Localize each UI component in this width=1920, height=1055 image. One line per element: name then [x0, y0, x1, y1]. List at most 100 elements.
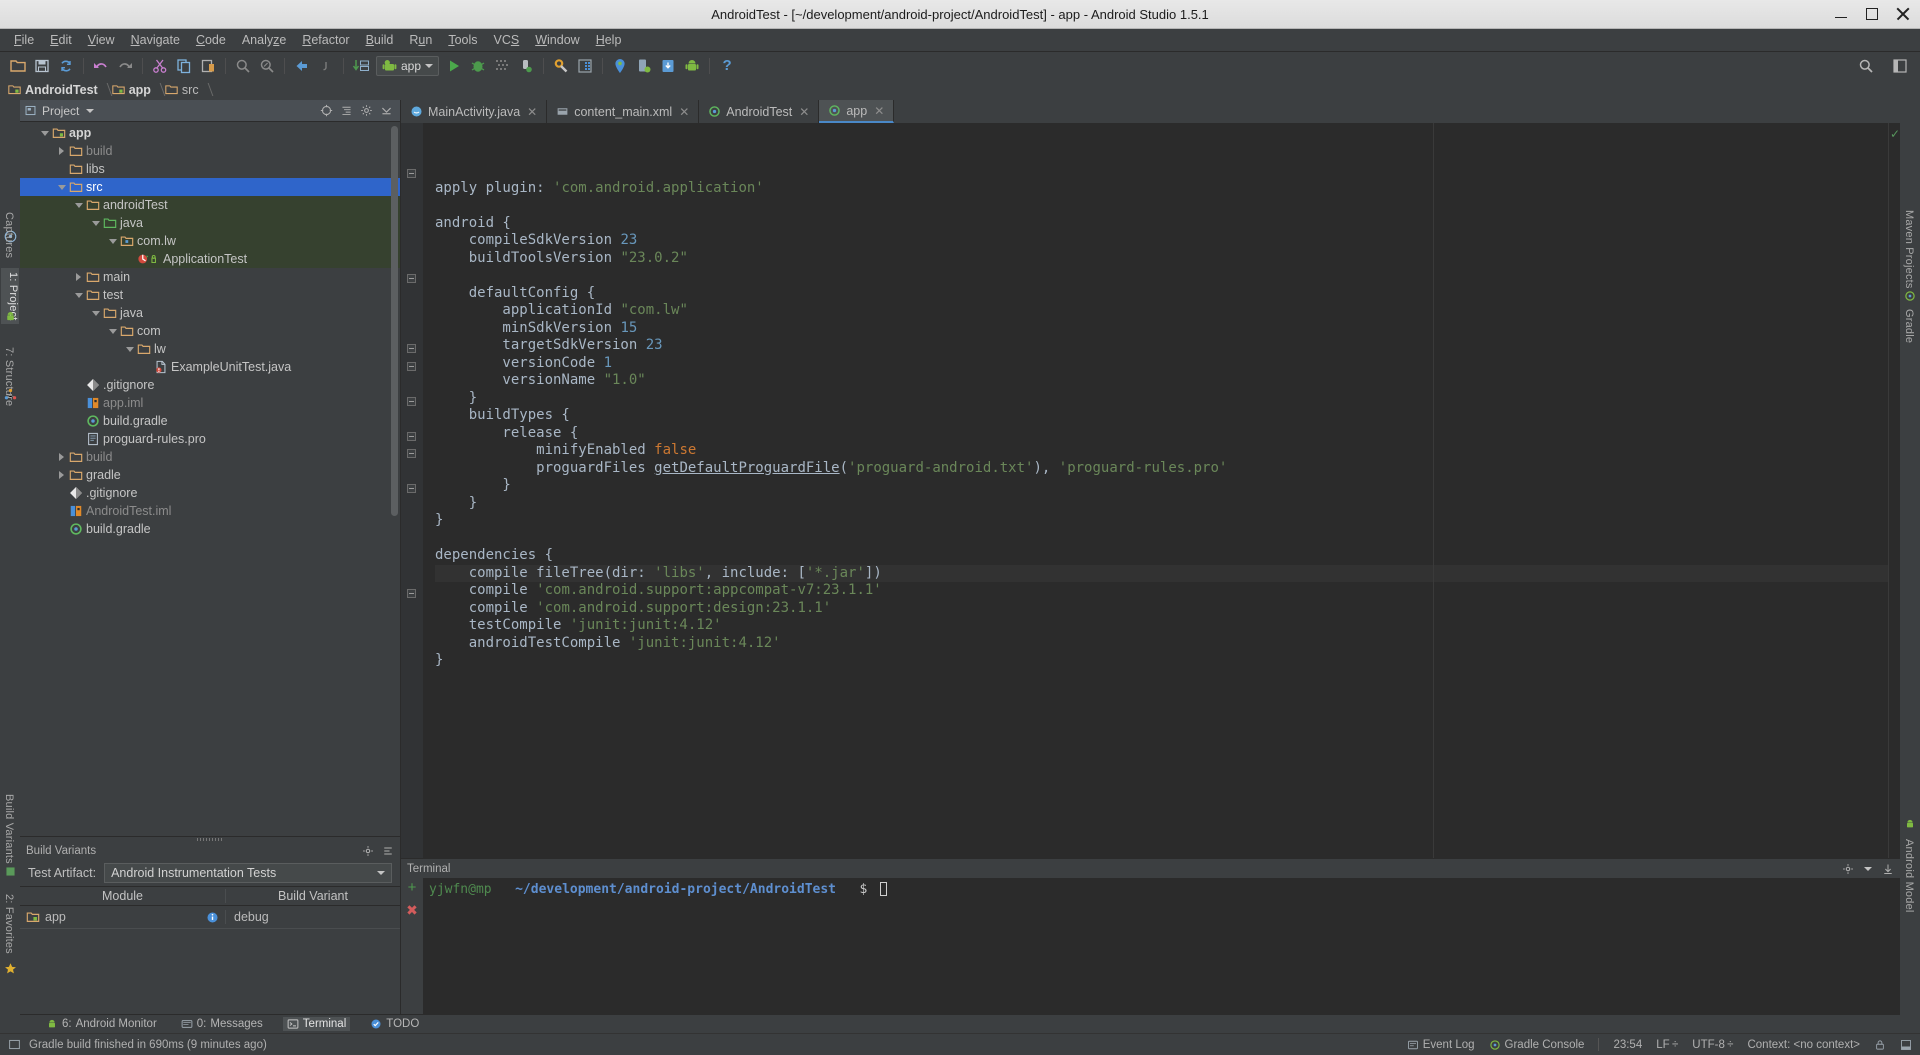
- copy-icon[interactable]: [172, 55, 196, 77]
- tree-node-java[interactable]: java: [20, 214, 400, 232]
- status-encoding[interactable]: UTF-8 ÷: [1692, 1039, 1733, 1051]
- location-icon[interactable]: [608, 55, 632, 77]
- menu-run[interactable]: Run: [401, 31, 440, 49]
- cut-icon[interactable]: [148, 55, 172, 77]
- save-all-icon[interactable]: [30, 55, 54, 77]
- run-button[interactable]: [442, 55, 466, 77]
- find-usages-icon[interactable]: [255, 55, 279, 77]
- hide-toolbars-icon[interactable]: [1900, 1039, 1912, 1051]
- chevron-down-icon[interactable]: [38, 130, 51, 136]
- fold-marker-icon[interactable]: [407, 344, 416, 353]
- event-log-button[interactable]: Event Log: [1407, 1039, 1475, 1051]
- tree-node-build[interactable]: build: [20, 142, 400, 160]
- settings-icon[interactable]: [1842, 863, 1854, 875]
- close-tab-icon[interactable]: ✕: [679, 105, 689, 119]
- menu-file[interactable]: File: [6, 31, 42, 49]
- project-tree[interactable]: app build libs src androidTest java com.lw Appl…: [20, 122, 400, 836]
- tree-node-java[interactable]: java: [20, 304, 400, 322]
- tool-tab-gradle[interactable]: Gradle: [1903, 305, 1915, 347]
- tree-node-main[interactable]: main: [20, 268, 400, 286]
- tree-node-build-gradle[interactable]: build.gradle: [20, 412, 400, 430]
- breadcrumb-item-androidtest[interactable]: AndroidTest: [8, 83, 102, 97]
- device-monitor-icon[interactable]: [632, 55, 656, 77]
- undo-icon[interactable]: [89, 55, 113, 77]
- close-button[interactable]: [1896, 7, 1910, 21]
- info-icon[interactable]: [206, 911, 219, 924]
- help-icon[interactable]: ?: [715, 55, 739, 77]
- chevron-right-icon[interactable]: [55, 453, 68, 461]
- editor-tab-app[interactable]: app ✕: [819, 100, 895, 123]
- tree-node-test[interactable]: test: [20, 286, 400, 304]
- tree-node-lw[interactable]: lw: [20, 340, 400, 358]
- sync-icon[interactable]: [54, 55, 78, 77]
- chevron-down-icon[interactable]: [123, 346, 136, 352]
- hide-icon[interactable]: [1882, 863, 1894, 875]
- bottom-tab-android-monitor[interactable]: 6: Android Monitor: [42, 1017, 161, 1031]
- fold-marker-icon[interactable]: [407, 362, 416, 371]
- tree-node-gitignore[interactable]: .gitignore: [20, 376, 400, 394]
- tree-node-applicationtest[interactable]: ApplicationTest: [20, 250, 400, 268]
- menu-help[interactable]: Help: [588, 31, 630, 49]
- editor-tab-androidtest[interactable]: AndroidTest ✕: [699, 100, 820, 123]
- editor-tab-mainactivity-java[interactable]: MainActivity.java ✕: [401, 100, 548, 123]
- tool-tab-android-model[interactable]: Android Model: [1903, 835, 1915, 917]
- tree-node-build[interactable]: build: [20, 448, 400, 466]
- chevron-down-icon[interactable]: [86, 108, 95, 113]
- structure-icon[interactable]: [4, 388, 17, 401]
- tree-node-build-gradle[interactable]: build.gradle: [20, 520, 400, 538]
- error-stripe[interactable]: ✓: [1888, 123, 1900, 858]
- status-line-separator[interactable]: LF ÷: [1656, 1039, 1678, 1051]
- chevron-right-icon[interactable]: [55, 147, 68, 155]
- new-terminal-session-icon[interactable]: +: [408, 880, 417, 895]
- menu-navigate[interactable]: Navigate: [123, 31, 188, 49]
- tree-node-androidtest-iml[interactable]: AndroidTest.iml: [20, 502, 400, 520]
- tree-node-app-iml[interactable]: app.iml: [20, 394, 400, 412]
- gradle-console-button[interactable]: Gradle Console: [1489, 1039, 1584, 1051]
- layout-icon[interactable]: [1888, 55, 1912, 77]
- menu-view[interactable]: View: [80, 31, 123, 49]
- tree-node-gradle[interactable]: gradle: [20, 466, 400, 484]
- tree-node-androidtest[interactable]: androidTest: [20, 196, 400, 214]
- bottom-tab-terminal[interactable]: Terminal: [282, 1017, 351, 1031]
- close-terminal-session-icon[interactable]: ✖: [406, 903, 418, 917]
- minimize-button[interactable]: [1834, 7, 1848, 21]
- settings-icon[interactable]: [362, 845, 374, 857]
- redo-icon[interactable]: [113, 55, 137, 77]
- editor-gutter[interactable]: [401, 123, 423, 858]
- tree-node-com[interactable]: com: [20, 322, 400, 340]
- tree-node-com-lw[interactable]: com.lw: [20, 232, 400, 250]
- status-context[interactable]: Context: <no context>: [1747, 1039, 1860, 1051]
- menu-tools[interactable]: Tools: [440, 31, 485, 49]
- attach-debugger-icon[interactable]: [514, 55, 538, 77]
- menu-edit[interactable]: Edit: [42, 31, 80, 49]
- breadcrumb-item-src[interactable]: src: [165, 83, 203, 97]
- hide-icon[interactable]: [382, 845, 394, 857]
- chevron-down-icon[interactable]: [106, 238, 119, 244]
- settings-icon[interactable]: [360, 104, 373, 117]
- terminal-output[interactable]: yjwfn@mp ~/development/android-project/A…: [423, 878, 1900, 1014]
- fold-marker-icon[interactable]: [407, 274, 416, 283]
- chevron-down-icon[interactable]: [72, 202, 85, 208]
- run-configuration-selector[interactable]: app: [376, 55, 440, 76]
- breadcrumb-item-app[interactable]: app: [111, 83, 155, 97]
- chevron-down-icon[interactable]: [425, 63, 434, 68]
- fold-marker-icon[interactable]: [407, 432, 416, 441]
- tree-node-exampleunittest-java[interactable]: ExampleUnitTest.java: [20, 358, 400, 376]
- project-tree-scrollbar[interactable]: [391, 126, 398, 516]
- code-text[interactable]: apply plugin: 'com.android.application' …: [423, 123, 1888, 858]
- fold-marker-icon[interactable]: [407, 484, 416, 493]
- chevron-down-icon[interactable]: [89, 220, 102, 226]
- tree-node-libs[interactable]: libs: [20, 160, 400, 178]
- close-tab-icon[interactable]: ✕: [799, 105, 809, 119]
- chevron-down-icon[interactable]: [106, 328, 119, 334]
- fold-marker-icon[interactable]: [407, 449, 416, 458]
- editor-tab-content-main-xml[interactable]: content_main.xml ✕: [547, 100, 700, 123]
- fold-marker-icon[interactable]: [407, 397, 416, 406]
- coverage-button[interactable]: [490, 55, 514, 77]
- chevron-down-icon[interactable]: [72, 292, 85, 298]
- menu-vcs[interactable]: VCS: [486, 31, 528, 49]
- back-icon[interactable]: [290, 55, 314, 77]
- chevron-right-icon[interactable]: [72, 273, 85, 281]
- close-tab-icon[interactable]: ✕: [874, 104, 884, 118]
- maximize-button[interactable]: [1866, 8, 1878, 20]
